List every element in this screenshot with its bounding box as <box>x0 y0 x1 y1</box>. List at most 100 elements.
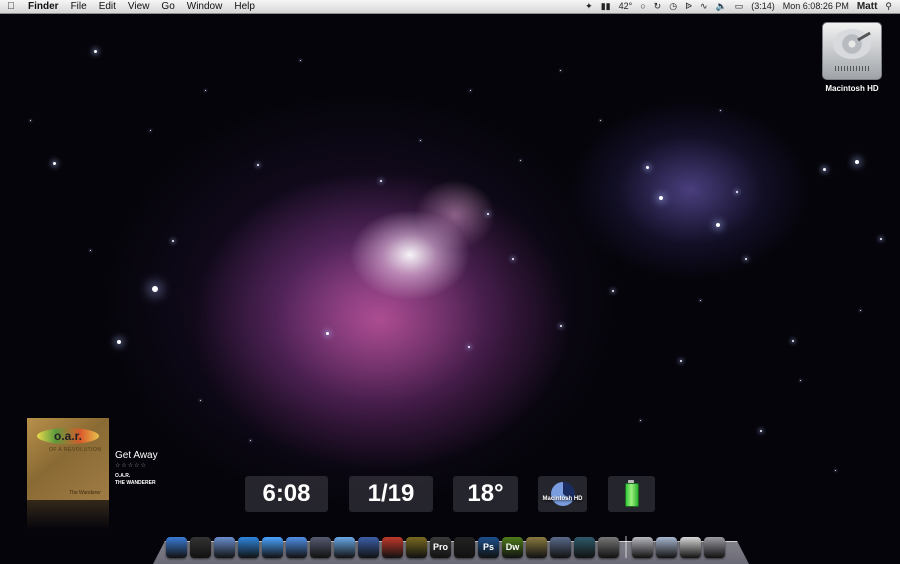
dock-dreamweaver-icon[interactable]: Dw <box>502 537 523 558</box>
album-foot-text: The Wanderer <box>69 490 101 496</box>
battery-icon[interactable]: ▭ <box>731 0 748 13</box>
user-name[interactable]: Matt <box>853 0 882 13</box>
dock-photo-booth-icon[interactable] <box>382 537 403 558</box>
menu-go[interactable]: Go <box>155 0 180 13</box>
star <box>560 70 561 71</box>
dock-spaces-icon[interactable] <box>550 537 571 558</box>
dock-system-prefs-icon[interactable] <box>598 537 619 558</box>
star <box>172 240 174 242</box>
album-reflection <box>27 500 109 530</box>
star <box>720 110 721 111</box>
star <box>200 400 201 401</box>
date-widget: 1/19 <box>349 476 433 512</box>
star <box>855 160 859 164</box>
star <box>520 160 521 161</box>
dock-stacks-icon[interactable] <box>334 537 355 558</box>
star <box>716 223 720 227</box>
battery-widget <box>608 476 655 512</box>
star <box>860 310 861 311</box>
wifi-icon[interactable]: ∿ <box>696 0 712 13</box>
star <box>300 60 301 61</box>
chat-bubble-icon[interactable]: ○ <box>636 0 649 13</box>
sync-icon[interactable]: ↻ <box>650 0 666 13</box>
menu-edit[interactable]: Edit <box>93 0 122 13</box>
battery-time[interactable]: (3:14) <box>747 0 779 13</box>
star <box>326 332 329 335</box>
star <box>800 380 801 381</box>
star <box>745 258 747 260</box>
star <box>468 346 470 348</box>
dock-ichat-icon[interactable] <box>262 537 283 558</box>
volume-icon[interactable]: 🔈 <box>712 0 731 13</box>
star <box>205 90 206 91</box>
star <box>30 120 31 121</box>
menu-file[interactable]: File <box>65 0 93 13</box>
dock-finder-icon[interactable] <box>166 537 187 558</box>
star <box>736 191 738 193</box>
star <box>835 470 836 471</box>
star <box>257 164 259 166</box>
star <box>646 166 649 169</box>
star <box>600 120 601 121</box>
dock-applications-stack-icon[interactable] <box>632 537 653 558</box>
menu-clock[interactable]: Mon 6:08:26 PM <box>779 0 853 13</box>
dock-trash-icon[interactable] <box>704 537 725 558</box>
temperature-widget: 18° <box>453 476 518 512</box>
macintosh-hd-desktop-icon[interactable]: Macintosh HD <box>818 22 886 93</box>
star <box>659 196 663 200</box>
dock-dashboard-icon[interactable] <box>190 537 211 558</box>
menu-temperature[interactable]: 42° <box>615 0 637 13</box>
track-album: THE WANDERER <box>115 480 156 486</box>
time-machine-icon[interactable]: ◷ <box>665 0 681 13</box>
hard-drive-icon <box>822 22 882 80</box>
apple-icon[interactable]:  <box>0 0 22 13</box>
disk-usage-widget: Macintosh HD <box>538 476 587 512</box>
menu-bar:  Finder File Edit View Go Window Help ✦… <box>0 0 900 14</box>
menu-view[interactable]: View <box>122 0 156 13</box>
star <box>823 168 826 171</box>
dock: Pro Ps Dw <box>166 530 728 558</box>
dock-front-row-icon[interactable] <box>358 537 379 558</box>
cpu-meter-icon[interactable]: ▮▮ <box>597 0 615 13</box>
desktop-wallpaper <box>0 0 900 563</box>
bluetooth-icon[interactable]: ᐉ <box>681 0 696 13</box>
dock-delivery-icon[interactable] <box>526 537 547 558</box>
dock-mail-icon[interactable] <box>214 537 235 558</box>
dock-safari-icon[interactable] <box>238 537 259 558</box>
dock-photoshop-icon[interactable]: Ps <box>478 537 499 558</box>
dock-itunes-icon[interactable] <box>286 537 307 558</box>
track-artist: O.A.R. <box>115 473 131 479</box>
star <box>792 340 794 342</box>
star <box>380 180 382 182</box>
disk-widget-label: Macintosh HD <box>542 496 583 502</box>
star <box>90 250 91 251</box>
clock-widget: 6:08 <box>245 476 328 512</box>
dock-pro-app-icon[interactable]: Pro <box>430 537 451 558</box>
star <box>760 430 762 432</box>
album-subtext: OF A REVOLUTION <box>49 447 102 453</box>
star <box>420 140 421 141</box>
dock-time-machine-icon[interactable] <box>574 537 595 558</box>
menu-help[interactable]: Help <box>228 0 261 13</box>
album-artwork[interactable]: o.a.r. OF A REVOLUTION The Wanderer <box>27 418 109 500</box>
star <box>470 90 471 91</box>
dock-aperture-icon[interactable] <box>454 537 475 558</box>
star <box>560 325 562 327</box>
star <box>512 258 514 260</box>
star <box>680 360 682 362</box>
twitter-bird-icon[interactable]: ✦ <box>581 0 597 13</box>
track-rating[interactable]: ☆☆☆☆☆ <box>115 462 147 469</box>
star <box>152 286 158 292</box>
menu-finder[interactable]: Finder <box>22 0 65 13</box>
dock-downloads-stack-icon[interactable] <box>680 537 701 558</box>
star <box>117 340 121 344</box>
star <box>640 420 641 421</box>
dock-xcode-icon[interactable] <box>310 537 331 558</box>
dock-star-app-icon[interactable] <box>406 537 427 558</box>
spotlight-search-icon[interactable]: ⚲ <box>881 0 896 13</box>
star <box>250 440 251 441</box>
star <box>612 290 614 292</box>
album-logo: o.a.r. <box>37 428 99 444</box>
menu-window[interactable]: Window <box>181 0 229 13</box>
dock-documents-stack-icon[interactable] <box>656 537 677 558</box>
